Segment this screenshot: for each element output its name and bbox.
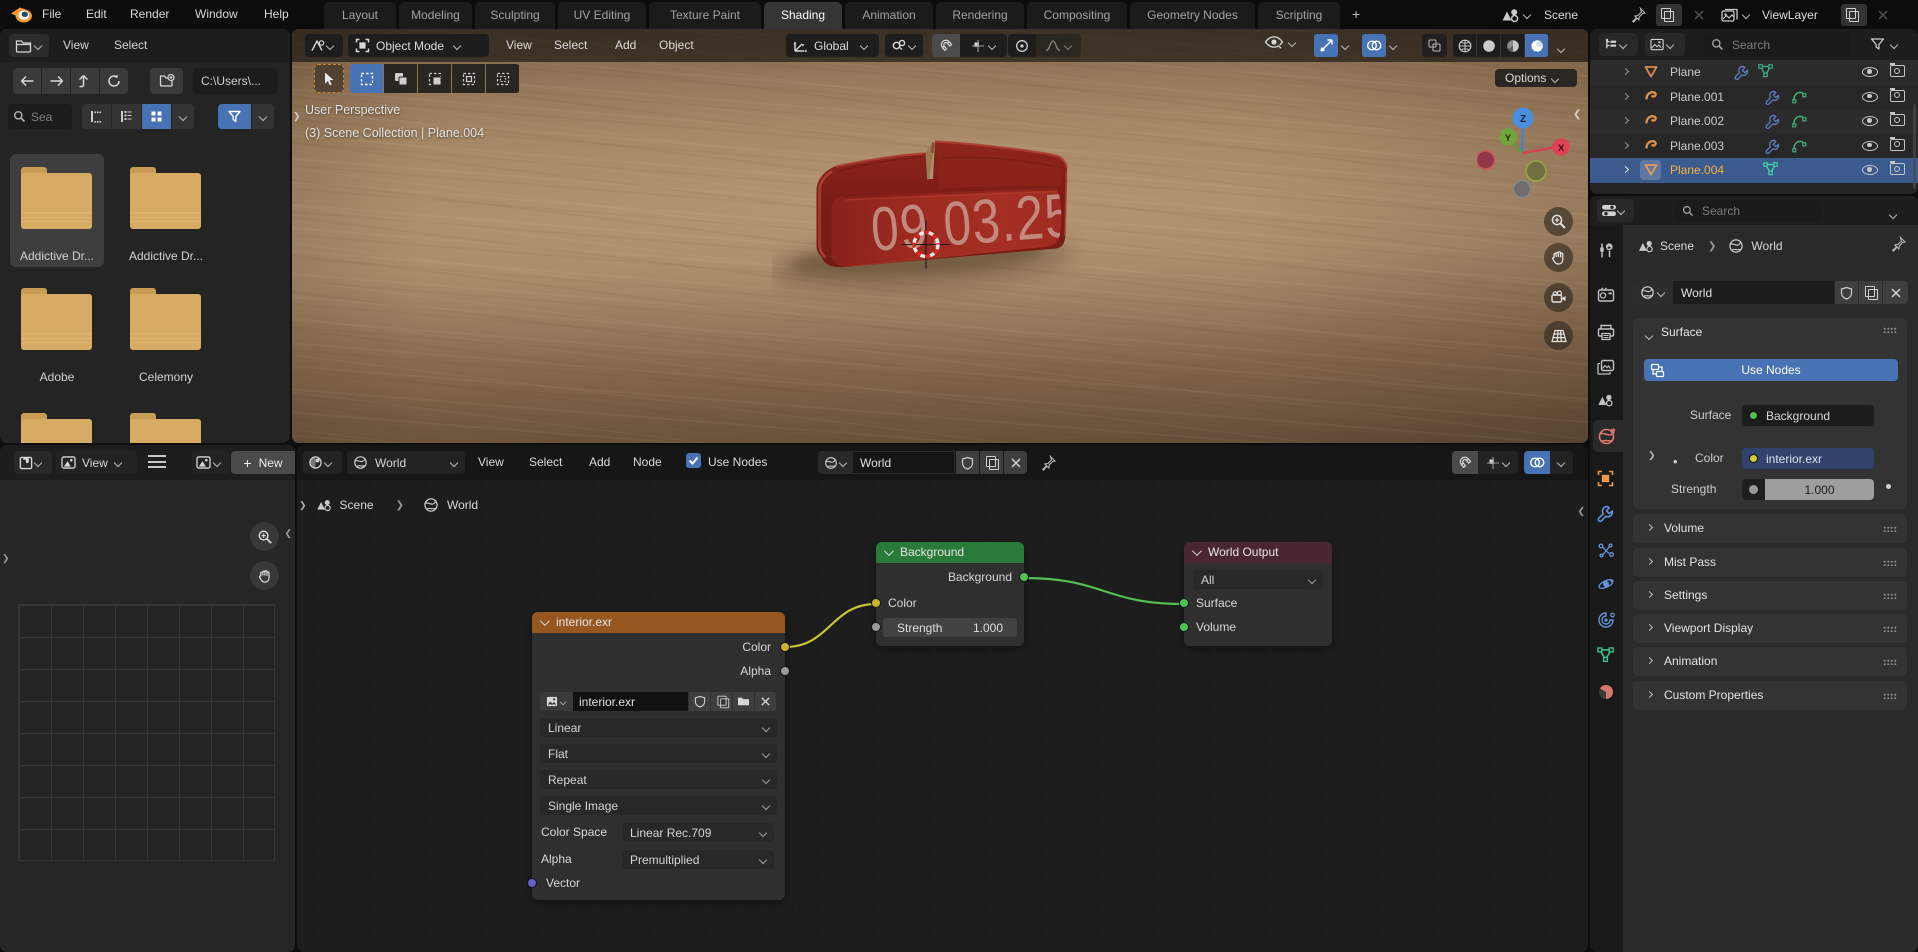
svg-text:Y: Y: [1505, 133, 1512, 144]
svg-text:X: X: [1558, 143, 1565, 154]
svg-text:Z: Z: [1520, 114, 1526, 125]
